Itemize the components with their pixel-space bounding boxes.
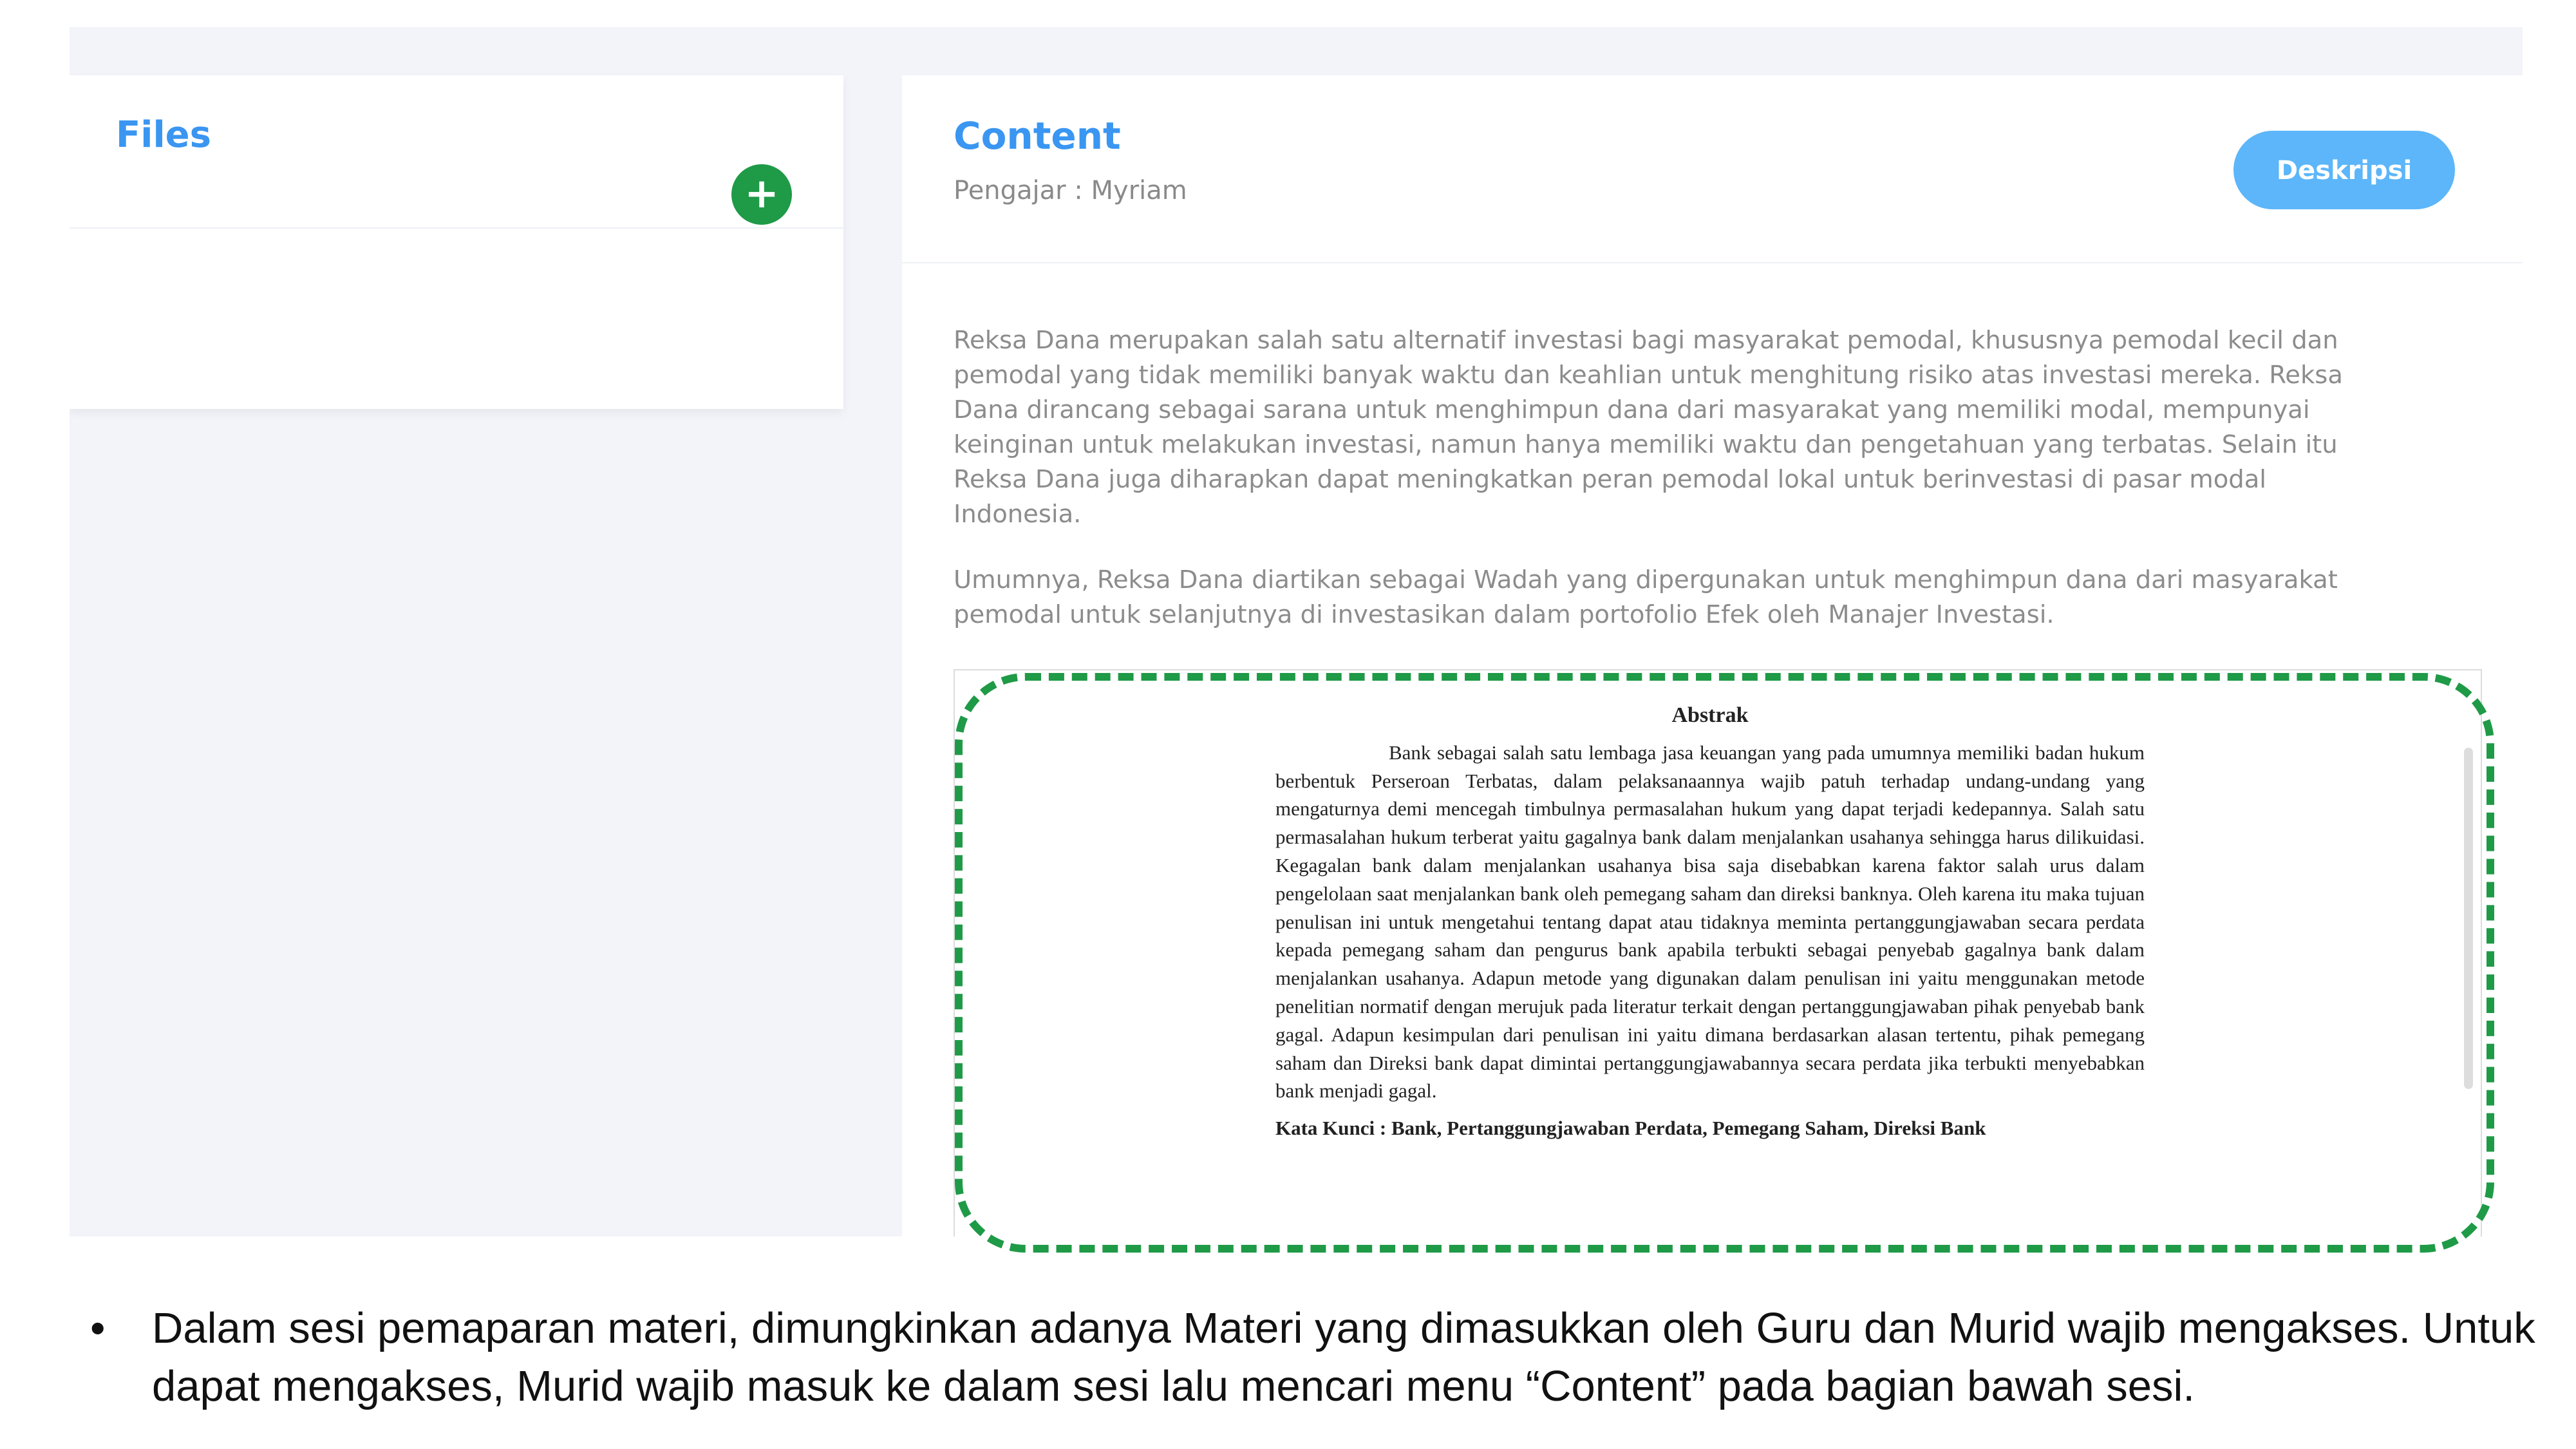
content-paragraph: Umumnya, Reksa Dana diartikan sebagai Wa… <box>954 565 2338 629</box>
app-screen: Files + Content Pengajar : Myriam Deskri… <box>70 27 2523 1236</box>
pdf-abstract-text: Bank sebagai salah satu lembaga jasa keu… <box>1275 741 2145 1103</box>
teacher-label: Pengajar : Myriam <box>954 176 1187 205</box>
instruction-text: Dalam sesi pemaparan materi, dimungkinka… <box>152 1304 2535 1410</box>
content-panel: Content Pengajar : Myriam Deskripsi Reks… <box>902 75 2523 1236</box>
pdf-heading: Abstrak <box>1671 703 1749 727</box>
content-paragraph: Reksa Dana merupakan salah satu alternat… <box>954 326 2343 529</box>
files-panel: Files + <box>70 75 843 409</box>
content-body: Reksa Dana merupakan salah satu alternat… <box>954 323 2376 663</box>
pdf-keywords: Kata Kunci : Bank, Pertanggungjawaban Pe… <box>1275 1117 1986 1140</box>
files-panel-header: Files + <box>70 75 843 229</box>
files-title: Files <box>116 114 211 156</box>
pdf-page: Abstrak Bank sebagai salah satu lembaga … <box>1275 701 2145 1142</box>
add-file-button[interactable]: + <box>731 164 792 225</box>
description-button[interactable]: Deskripsi <box>2233 131 2455 209</box>
pdf-scrollbar[interactable] <box>2464 748 2473 1089</box>
instruction-note: • Dalam sesi pemaparan materi, dimungkin… <box>90 1300 2537 1416</box>
pdf-viewer[interactable]: Abstrak Bank sebagai salah satu lembaga … <box>954 669 2482 1236</box>
content-panel-header: Content Pengajar : Myriam Deskripsi <box>902 75 2523 263</box>
content-title: Content <box>954 114 1121 158</box>
bullet-point: • <box>90 1304 106 1352</box>
